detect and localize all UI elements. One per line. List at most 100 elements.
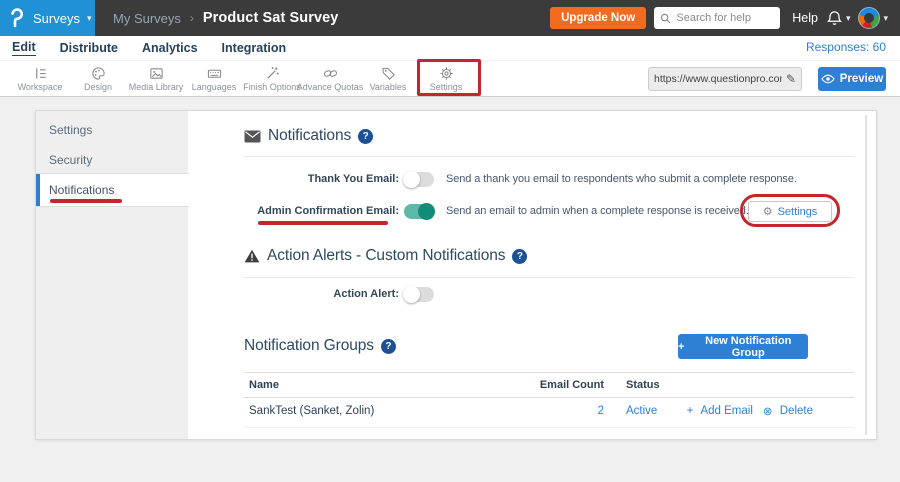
action-alerts-section-header: Action Alerts - Custom Notifications ?	[244, 247, 527, 265]
thank-you-email-row: Thank You Email: Send a thank you email …	[188, 167, 848, 191]
add-email-label: Add Email	[700, 405, 752, 417]
toolbar-item-settings[interactable]: Settings	[417, 61, 475, 97]
toolbar-item-finish-options[interactable]: Finish Options	[243, 61, 301, 97]
scrollbar-track[interactable]	[865, 115, 867, 435]
add-email-link[interactable]: + Add Email	[687, 404, 753, 418]
table-header-border	[244, 397, 854, 398]
toggle-label: Action Alert:	[188, 288, 399, 300]
tab-edit[interactable]: Edit	[12, 40, 36, 56]
toggle-label: Thank You Email:	[188, 173, 399, 185]
help-search-input[interactable]	[676, 12, 774, 24]
admin-email-settings-button[interactable]: ⚙ Settings	[748, 201, 832, 222]
admin-confirmation-email-toggle[interactable]	[404, 204, 434, 219]
breadcrumb-separator-icon: ›	[190, 11, 194, 25]
thank-you-email-toggle[interactable]	[404, 172, 434, 187]
group-status[interactable]: Active	[626, 405, 657, 417]
toolbar-item-media-library[interactable]: Media Library	[127, 61, 185, 97]
delete-label: Delete	[780, 405, 813, 417]
help-icon[interactable]: ?	[512, 249, 527, 264]
sidebar-item-settings[interactable]: Settings	[36, 115, 188, 145]
toolbar-item-design[interactable]: Design	[69, 61, 127, 97]
notifications-bell-menu[interactable]: ▾	[826, 10, 851, 27]
eye-icon	[821, 74, 835, 84]
warning-triangle-icon	[244, 249, 260, 263]
divider	[244, 156, 854, 157]
tab-analytics[interactable]: Analytics	[142, 41, 198, 55]
app-root: Surveys ▾ My Surveys › Product Sat Surve…	[0, 0, 900, 482]
product-menu-label: Surveys	[33, 11, 80, 26]
notifications-section-header: Notifications ?	[244, 127, 373, 145]
breadcrumb-parent[interactable]: My Surveys	[113, 11, 181, 26]
toolbar-item-label: Media Library	[129, 82, 184, 92]
top-bar: Surveys ▾ My Surveys › Product Sat Surve…	[0, 0, 900, 36]
settings-sidebar: Settings Security Notifications	[36, 111, 188, 439]
sidebar-item-label: Settings	[49, 123, 92, 137]
column-header-status: Status	[626, 379, 660, 391]
toggle-knob	[403, 171, 420, 188]
annotation-underline-notifications	[50, 199, 122, 203]
sidebar-item-notifications[interactable]: Notifications	[36, 173, 189, 207]
survey-url-text: https://www.questionpro.com/t/.	[654, 73, 782, 85]
preview-button-label: Preview	[840, 73, 883, 85]
action-alert-row: Action Alert:	[188, 282, 848, 306]
toolbar-item-workspace[interactable]: Workspace	[11, 61, 69, 97]
delete-link[interactable]: ⊗ Delete	[763, 404, 813, 418]
sidebar-item-label: Notifications	[49, 183, 114, 197]
section-title: Notification Groups	[244, 337, 374, 355]
caret-down-icon: ▾	[883, 14, 888, 23]
section-title: Notifications	[268, 127, 351, 145]
chain-links-icon	[323, 66, 338, 81]
account-menu[interactable]: ▾	[858, 7, 888, 29]
help-icon[interactable]: ?	[358, 129, 373, 144]
tab-distribute[interactable]: Distribute	[60, 41, 118, 55]
help-icon[interactable]: ?	[381, 339, 396, 354]
action-alert-toggle[interactable]	[404, 287, 434, 302]
survey-url-box[interactable]: https://www.questionpro.com/t/. ✎	[648, 67, 802, 91]
toolbar-items: Workspace Design Media Library	[11, 61, 475, 97]
palette-icon	[91, 66, 106, 81]
questionpro-logo-icon	[9, 8, 26, 28]
sidebar-item-label: Security	[49, 153, 92, 167]
group-name: SankTest (Sanket, Zolin)	[249, 405, 374, 417]
tag-icon	[381, 66, 396, 81]
settings-button-label: Settings	[778, 206, 818, 218]
product-menu[interactable]: Surveys ▾	[0, 0, 95, 36]
toolbar-item-label: Design	[84, 82, 112, 92]
group-email-count[interactable]: 2	[508, 405, 604, 417]
gear-icon: ⚙	[763, 205, 773, 218]
edit-url-pencil-icon[interactable]: ✎	[786, 72, 796, 86]
sidebar-item-security[interactable]: Security	[36, 145, 188, 175]
notification-groups-section-header: Notification Groups ?	[244, 337, 396, 355]
toolbar-item-label: Settings	[430, 82, 463, 92]
preview-button[interactable]: Preview	[818, 67, 886, 91]
toolbar-item-advance-quotas[interactable]: Advance Quotas	[301, 61, 359, 97]
tab-integration[interactable]: Integration	[222, 41, 287, 55]
table-bottom-border	[244, 427, 854, 428]
row-actions: + Add Email ⊗ Delete	[698, 404, 813, 418]
image-icon	[149, 66, 164, 81]
search-icon	[660, 12, 671, 25]
breadcrumb-current: Product Sat Survey	[203, 10, 339, 26]
survey-nav: Edit Distribute Analytics Integration Re…	[0, 36, 900, 60]
keyboard-icon	[207, 66, 222, 81]
plus-icon: +	[678, 341, 684, 353]
toggle-knob	[418, 203, 435, 220]
magic-wand-icon	[265, 66, 280, 81]
plus-icon: +	[687, 405, 694, 417]
new-group-button-label: New Notification Group	[688, 335, 808, 359]
help-link[interactable]: Help	[792, 11, 818, 25]
topbar-right-cluster: Upgrade Now Help ▾ ▾	[550, 7, 900, 29]
toggle-description: Send a thank you email to respondents wh…	[446, 173, 797, 185]
breadcrumb: My Surveys › Product Sat Survey	[113, 10, 338, 26]
toolbar-item-languages[interactable]: Languages	[185, 61, 243, 97]
section-title: Action Alerts - Custom Notifications	[267, 247, 505, 265]
help-search-box[interactable]	[654, 7, 780, 29]
responses-count[interactable]: Responses: 60	[806, 40, 886, 54]
toolbar-item-label: Finish Options	[243, 82, 301, 92]
new-notification-group-button[interactable]: + New Notification Group	[678, 334, 808, 359]
caret-down-icon: ▾	[846, 14, 851, 23]
table-top-border	[244, 372, 854, 373]
upgrade-now-button[interactable]: Upgrade Now	[550, 7, 646, 29]
toolbar-item-variables[interactable]: Variables	[359, 61, 417, 97]
toolbar-item-label: Workspace	[18, 82, 63, 92]
